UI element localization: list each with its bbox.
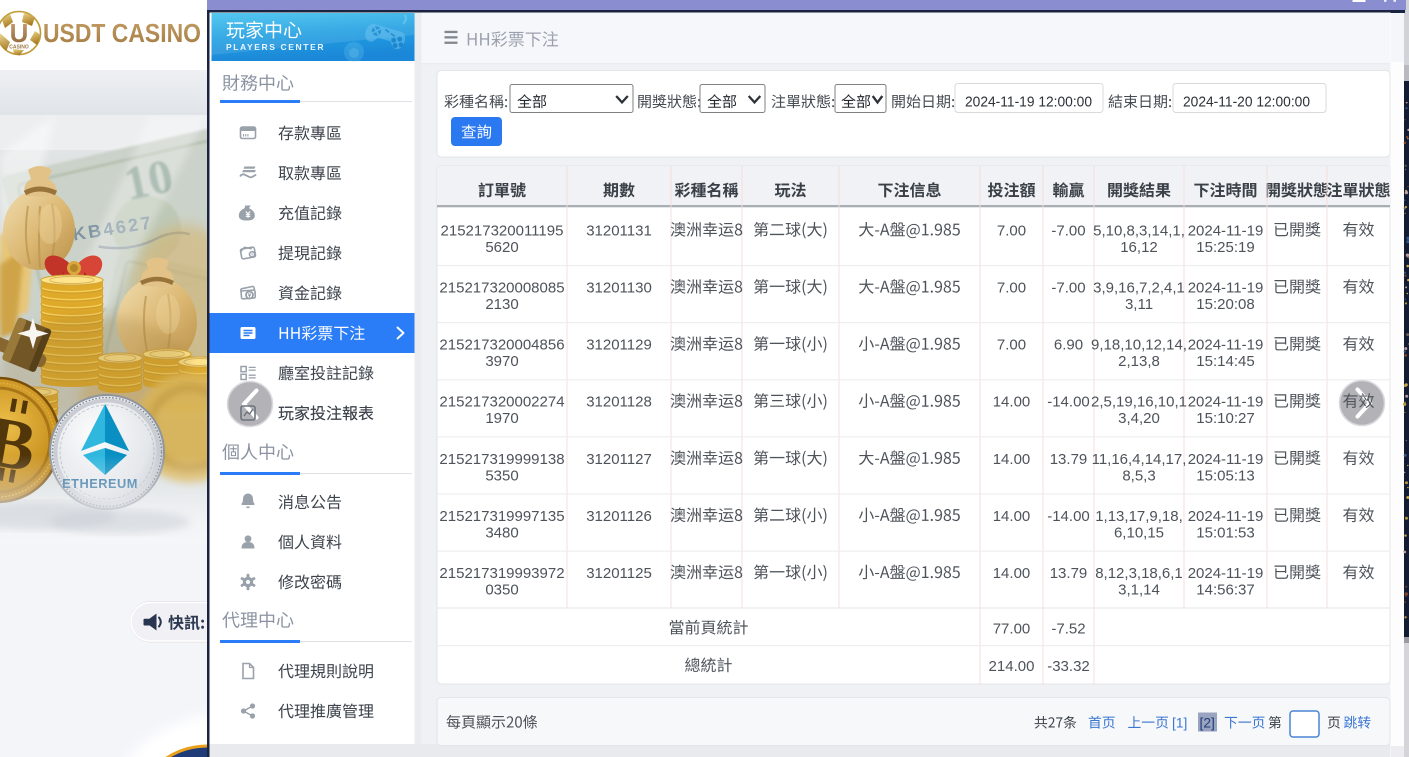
- svg-text:-33.32: -33.32: [1047, 658, 1090, 675]
- svg-text:2024-11-19: 2024-11-19: [1188, 508, 1264, 525]
- svg-text:1,13,17,9,18,: 1,13,17,9,18,: [1095, 508, 1183, 525]
- svg-text:2024-11-19: 2024-11-19: [1188, 222, 1264, 239]
- svg-text:7.00: 7.00: [997, 280, 1026, 297]
- svg-text:-7.00: -7.00: [1051, 222, 1085, 239]
- svg-text:9,18,10,12,14,: 9,18,10,12,14,: [1091, 337, 1187, 354]
- svg-text:2024-11-19: 2024-11-19: [1188, 337, 1264, 354]
- svg-text:31201131: 31201131: [586, 222, 652, 239]
- svg-text:16,12: 16,12: [1120, 239, 1158, 256]
- svg-text:[2]: [2]: [1200, 716, 1215, 731]
- svg-text:-7.00: -7.00: [1051, 280, 1085, 297]
- svg-text:6,10,15: 6,10,15: [1114, 524, 1164, 541]
- svg-text:5620: 5620: [485, 239, 518, 256]
- svg-text:14.00: 14.00: [993, 394, 1031, 411]
- svg-text:31201127: 31201127: [586, 451, 652, 468]
- svg-text:3,4,20: 3,4,20: [1118, 410, 1160, 427]
- svg-text:215217320011195: 215217320011195: [441, 222, 564, 239]
- svg-text:215217320008085: 215217320008085: [439, 280, 564, 297]
- svg-text:15:05:13: 15:05:13: [1196, 467, 1254, 484]
- svg-text:3970: 3970: [485, 353, 518, 370]
- svg-text:2024-11-19: 2024-11-19: [1188, 280, 1264, 297]
- svg-text:6.90: 6.90: [1054, 337, 1083, 354]
- svg-text:215217320004856: 215217320004856: [439, 337, 564, 354]
- svg-text:1970: 1970: [485, 410, 518, 427]
- svg-text:14.00: 14.00: [993, 508, 1031, 525]
- svg-text:U: U: [10, 18, 29, 48]
- svg-text:5,10,8,3,14,1,: 5,10,8,3,14,1,: [1093, 222, 1185, 239]
- svg-text:15:25:19: 15:25:19: [1196, 239, 1254, 256]
- svg-text:215217319993972: 215217319993972: [439, 565, 564, 582]
- svg-text:[1]: [1]: [1172, 716, 1187, 731]
- svg-text:2024-11-19: 2024-11-19: [1188, 565, 1264, 582]
- svg-text:CASINO: CASINO: [9, 45, 29, 51]
- svg-text:214.00: 214.00: [989, 658, 1035, 675]
- svg-text:2130: 2130: [485, 296, 518, 313]
- svg-text:2024-11-19: 2024-11-19: [1188, 451, 1264, 468]
- svg-text:-14.00: -14.00: [1047, 508, 1090, 525]
- svg-text:77.00: 77.00: [993, 620, 1031, 637]
- svg-text:8,5,3: 8,5,3: [1122, 467, 1155, 484]
- svg-text:3,1,14: 3,1,14: [1118, 582, 1160, 599]
- svg-text:31201129: 31201129: [586, 337, 652, 354]
- svg-text:14.00: 14.00: [993, 565, 1031, 582]
- svg-text:14.00: 14.00: [993, 451, 1031, 468]
- svg-text:13.79: 13.79: [1050, 451, 1088, 468]
- svg-text:15:14:45: 15:14:45: [1196, 353, 1254, 370]
- svg-text:3480: 3480: [485, 524, 518, 541]
- svg-text:215217320002274: 215217320002274: [439, 394, 564, 411]
- svg-text:215217319999138: 215217319999138: [439, 451, 564, 468]
- svg-text:2024-11-19 12:00:00: 2024-11-19 12:00:00: [965, 95, 1092, 111]
- svg-text:15:01:53: 15:01:53: [1196, 524, 1254, 541]
- svg-text:11,16,4,14,17,: 11,16,4,14,17,: [1092, 451, 1187, 468]
- svg-text:14:56:37: 14:56:37: [1196, 582, 1254, 599]
- svg-text:7.00: 7.00: [997, 222, 1026, 239]
- svg-text:31201126: 31201126: [586, 508, 652, 525]
- svg-text:31201130: 31201130: [586, 280, 652, 297]
- svg-text:8,12,3,18,6,1: 8,12,3,18,6,1: [1095, 565, 1183, 582]
- svg-text:3,11: 3,11: [1125, 296, 1153, 313]
- svg-text:USDT CASINO: USDT CASINO: [43, 18, 201, 48]
- svg-text:5350: 5350: [485, 467, 518, 484]
- svg-text:31201128: 31201128: [586, 394, 652, 411]
- svg-text:3,9,16,7,2,4,1: 3,9,16,7,2,4,1: [1093, 280, 1185, 297]
- svg-text:2024-11-19: 2024-11-19: [1188, 394, 1264, 411]
- svg-text:13.79: 13.79: [1050, 565, 1088, 582]
- svg-text:2024-11-20 12:00:00: 2024-11-20 12:00:00: [1183, 95, 1310, 111]
- svg-text:-7.52: -7.52: [1051, 620, 1085, 637]
- svg-text:31201125: 31201125: [586, 565, 652, 582]
- svg-text:2,5,19,16,10,1: 2,5,19,16,10,1: [1091, 394, 1187, 411]
- svg-text:0350: 0350: [485, 582, 518, 599]
- svg-text:7.00: 7.00: [997, 337, 1026, 354]
- svg-text:215217319997135: 215217319997135: [439, 508, 564, 525]
- svg-text:-14.00: -14.00: [1047, 394, 1090, 411]
- svg-text:PLAYERS CENTER: PLAYERS CENTER: [226, 42, 325, 52]
- svg-text:15:10:27: 15:10:27: [1196, 410, 1254, 427]
- svg-text:2,13,8: 2,13,8: [1118, 353, 1160, 370]
- svg-text:15:20:08: 15:20:08: [1196, 296, 1254, 313]
